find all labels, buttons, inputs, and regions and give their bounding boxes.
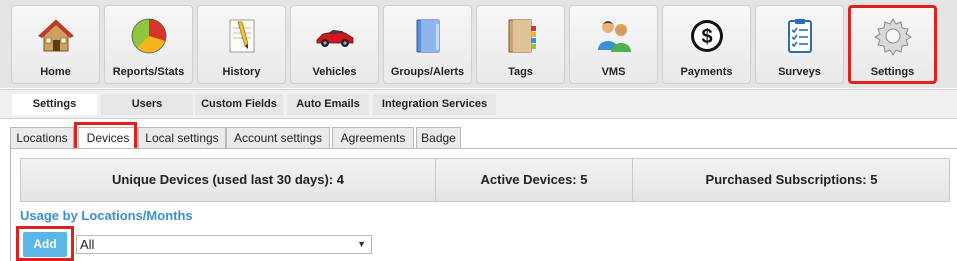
purchased-subscriptions-stat: Purchased Subscriptions: 5 — [632, 159, 950, 201]
usage-title: Usage by Locations/Months — [20, 208, 193, 223]
tab-agreements[interactable]: Agreements — [332, 127, 414, 148]
tab-badge[interactable]: Badge — [416, 127, 461, 148]
toolbar-home-button[interactable]: Home — [11, 5, 100, 84]
unique-devices-stat: Unique Devices (used last 30 days): 4 — [112, 172, 344, 187]
select-value: All — [80, 237, 95, 252]
notepad-pencil-icon — [222, 16, 262, 56]
pie-chart-icon — [129, 16, 169, 56]
tab-account-settings[interactable]: Account settings — [226, 127, 330, 148]
subtab-custom-fields[interactable]: Custom Fields — [195, 94, 283, 115]
house-icon — [36, 16, 76, 56]
subtab-auto-emails[interactable]: Auto Emails — [287, 94, 369, 115]
toolbar-vehicles-button[interactable]: Vehicles — [290, 5, 379, 84]
toolbar-reports-button[interactable]: Reports/Stats — [104, 5, 193, 84]
location-month-select[interactable]: All ▼ — [76, 235, 372, 254]
gear-icon — [873, 16, 913, 56]
tab-local-settings[interactable]: Local settings — [138, 127, 226, 148]
svg-text:$: $ — [701, 26, 712, 48]
active-devices-stat: Active Devices: 5 — [435, 159, 632, 201]
toolbar-surveys-label: Surveys — [778, 66, 821, 78]
toolbar-settings-button[interactable]: Settings — [848, 5, 937, 84]
add-button[interactable]: Add — [23, 232, 67, 257]
main-toolbar: Home Reports/Stats History Vehicles Grou… — [0, 0, 957, 88]
toolbar-payments-button[interactable]: $ Payments — [662, 5, 751, 84]
tag-folder-icon — [501, 16, 541, 56]
dollar-circle-icon: $ — [687, 16, 727, 56]
red-car-icon — [315, 16, 355, 56]
toolbar-history-button[interactable]: History — [197, 5, 286, 84]
toolbar-home-label: Home — [40, 66, 71, 78]
toolbar-groups-alerts-label: Groups/Alerts — [390, 66, 465, 78]
subtab-integration-services[interactable]: Integration Services — [373, 94, 496, 115]
toolbar-vms-label: VMS — [601, 66, 626, 78]
tab-locations[interactable]: Locations — [10, 127, 74, 148]
toolbar-groups-alerts-button[interactable]: Groups/Alerts — [383, 5, 472, 84]
toolbar-tags-button[interactable]: Tags — [476, 5, 565, 84]
blue-folder-icon — [408, 16, 448, 56]
toolbar-payments-label: Payments — [680, 66, 733, 78]
clipboard-checklist-icon — [780, 16, 820, 56]
device-stats-bar: Unique Devices (used last 30 days): 4 Ac… — [20, 158, 950, 202]
toolbar-history-label: History — [222, 66, 261, 78]
toolbar-tags-label: Tags — [508, 66, 533, 78]
toolbar-vms-button[interactable]: VMS — [569, 5, 658, 84]
chevron-down-icon: ▼ — [357, 239, 366, 249]
toolbar-settings-label: Settings — [870, 66, 915, 78]
users-icon — [594, 16, 634, 56]
toolbar-vehicles-label: Vehicles — [312, 66, 357, 78]
toolbar-surveys-button[interactable]: Surveys — [755, 5, 844, 84]
settings-subtabs: Settings Users Custom Fields Auto Emails… — [0, 89, 957, 119]
subtab-settings[interactable]: Settings — [12, 94, 97, 115]
toolbar-reports-label: Reports/Stats — [112, 66, 185, 78]
subtab-users[interactable]: Users — [101, 94, 193, 115]
